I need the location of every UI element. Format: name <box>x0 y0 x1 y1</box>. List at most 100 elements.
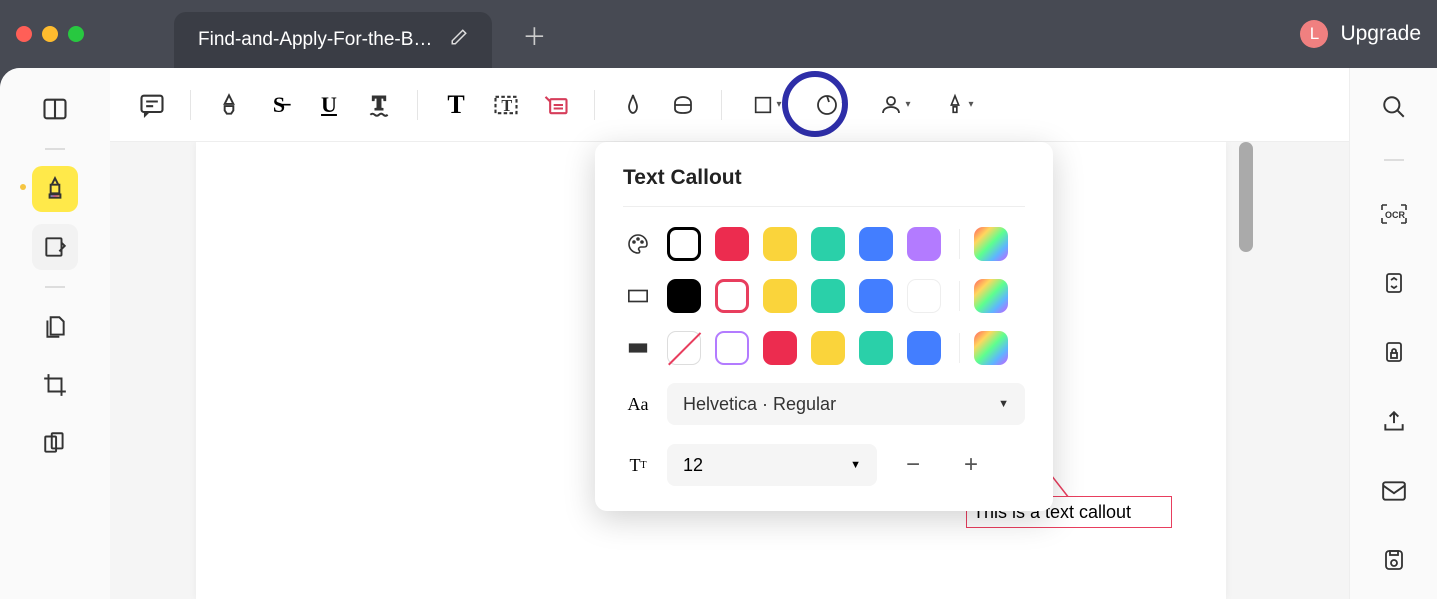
mail-icon[interactable] <box>1371 470 1417 511</box>
font-size-row: TT 12 ▼ − + <box>623 443 1025 487</box>
svg-text:T: T <box>373 93 386 114</box>
save-icon[interactable] <box>1371 540 1417 581</box>
separator <box>417 90 418 120</box>
border-swatch-teal[interactable] <box>859 331 893 365</box>
squiggly-icon[interactable]: T <box>357 83 401 127</box>
minimize-window-button[interactable] <box>42 26 58 42</box>
border-swatch-purple[interactable] <box>715 331 749 365</box>
color-swatch-teal[interactable] <box>811 227 845 261</box>
sidebar-read-icon[interactable] <box>32 86 78 132</box>
sidebar-page-icon[interactable] <box>32 304 78 350</box>
chevron-down-icon: ▼ <box>850 459 861 471</box>
chevron-down-icon: ▾ <box>968 99 973 110</box>
chevron-down-icon: ▾ <box>841 99 846 110</box>
close-window-button[interactable] <box>16 26 32 42</box>
color-swatch-blue[interactable] <box>859 227 893 261</box>
sidebar-crop-icon[interactable] <box>32 362 78 408</box>
shape-dropdown[interactable]: ▾ <box>738 83 796 127</box>
color-swatch-red[interactable] <box>715 227 749 261</box>
text-swatch-custom[interactable] <box>974 279 1008 313</box>
convert-icon[interactable] <box>1371 262 1417 303</box>
separator <box>959 281 960 311</box>
new-tab-button[interactable]: ＋ <box>522 17 546 52</box>
border-swatch-yellow[interactable] <box>811 331 845 365</box>
border-swatch-custom[interactable] <box>974 331 1008 365</box>
separator <box>190 90 191 120</box>
svg-text:T: T <box>501 95 512 114</box>
divider <box>1384 159 1404 161</box>
chevron-down-icon: ▼ <box>998 398 1009 410</box>
upgrade-label: Upgrade <box>1340 22 1421 46</box>
border-swatch-none[interactable] <box>667 331 701 365</box>
edit-tab-icon[interactable] <box>450 28 468 52</box>
border-swatch-blue[interactable] <box>907 331 941 365</box>
search-icon[interactable] <box>1371 86 1417 127</box>
tab-title: Find-and-Apply-For-the-B… <box>198 29 432 51</box>
highlight-tool-icon[interactable] <box>207 83 251 127</box>
color-swatch-black[interactable] <box>667 227 701 261</box>
separator <box>959 333 960 363</box>
border-color-row <box>623 331 1025 365</box>
share-icon[interactable] <box>1371 401 1417 442</box>
separator <box>594 90 595 120</box>
ocr-icon[interactable]: OCR <box>1371 193 1417 234</box>
upgrade-area[interactable]: L Upgrade <box>1300 20 1421 48</box>
font-family-select[interactable]: Helvetica · Regular ▼ <box>667 383 1025 425</box>
callout-tool-icon[interactable] <box>534 83 578 127</box>
svg-text:OCR: OCR <box>1385 210 1406 220</box>
sidebar-compare-icon[interactable] <box>32 420 78 466</box>
strikethrough-icon[interactable]: S̶ <box>257 83 301 127</box>
divider <box>45 148 65 150</box>
border-icon <box>623 341 653 355</box>
text-swatch-white[interactable] <box>907 279 941 313</box>
border-swatch-red[interactable] <box>763 331 797 365</box>
note-icon[interactable] <box>130 83 174 127</box>
stamp-dropdown[interactable]: ▾ <box>802 83 860 127</box>
separator <box>959 229 960 259</box>
text-swatch-black[interactable] <box>667 279 701 313</box>
sidebar-edit-icon[interactable] <box>32 224 78 270</box>
eraser-icon[interactable] <box>661 83 705 127</box>
traffic-lights <box>16 26 84 42</box>
maximize-window-button[interactable] <box>68 26 84 42</box>
font-size-value: 12 <box>683 455 703 476</box>
chevron-down-icon: ▾ <box>905 99 910 110</box>
text-callout-panel: Text Callout <box>595 142 1053 511</box>
active-indicator-dot <box>20 184 26 190</box>
text-swatch-teal[interactable] <box>811 279 845 313</box>
textbox-icon[interactable]: T <box>484 83 528 127</box>
underline-icon[interactable]: U <box>307 83 351 127</box>
lock-icon[interactable] <box>1371 332 1417 373</box>
text-swatch-blue[interactable] <box>859 279 893 313</box>
color-swatch-purple[interactable] <box>907 227 941 261</box>
pen-icon[interactable] <box>611 83 655 127</box>
right-sidebar: OCR <box>1349 68 1437 599</box>
fill-color-row <box>623 227 1025 261</box>
app-body: S̶ U T T T ▾ <box>0 68 1437 599</box>
toolbar: S̶ U T T T ▾ <box>110 68 1349 142</box>
increase-size-button[interactable]: + <box>949 443 993 487</box>
text-swatch-red-selected[interactable] <box>715 279 749 313</box>
font-size-icon: TT <box>623 455 653 476</box>
user-avatar[interactable]: L <box>1300 20 1328 48</box>
vertical-scrollbar[interactable] <box>1239 142 1253 252</box>
font-family-row: Aa Helvetica · Regular ▼ <box>623 383 1025 425</box>
font-icon: Aa <box>623 394 653 415</box>
document-tab[interactable]: Find-and-Apply-For-the-B… <box>174 12 492 68</box>
text-swatch-yellow[interactable] <box>763 279 797 313</box>
chevron-down-icon: ▾ <box>776 99 781 110</box>
separator <box>721 90 722 120</box>
sidebar-highlight-icon[interactable] <box>32 166 78 212</box>
titlebar: Find-and-Apply-For-the-B… ＋ L Upgrade <box>0 0 1437 68</box>
signature-dropdown[interactable]: ▾ <box>930 83 988 127</box>
panel-title: Text Callout <box>623 166 1025 207</box>
decrease-size-button[interactable]: − <box>891 443 935 487</box>
text-color-icon <box>623 288 653 304</box>
color-swatch-custom[interactable] <box>974 227 1008 261</box>
text-icon[interactable]: T <box>434 83 478 127</box>
color-swatch-yellow[interactable] <box>763 227 797 261</box>
font-family-label: Helvetica · Regular <box>683 394 836 415</box>
divider <box>45 286 65 288</box>
font-size-select[interactable]: 12 ▼ <box>667 444 877 486</box>
profile-dropdown[interactable]: ▾ <box>866 83 924 127</box>
